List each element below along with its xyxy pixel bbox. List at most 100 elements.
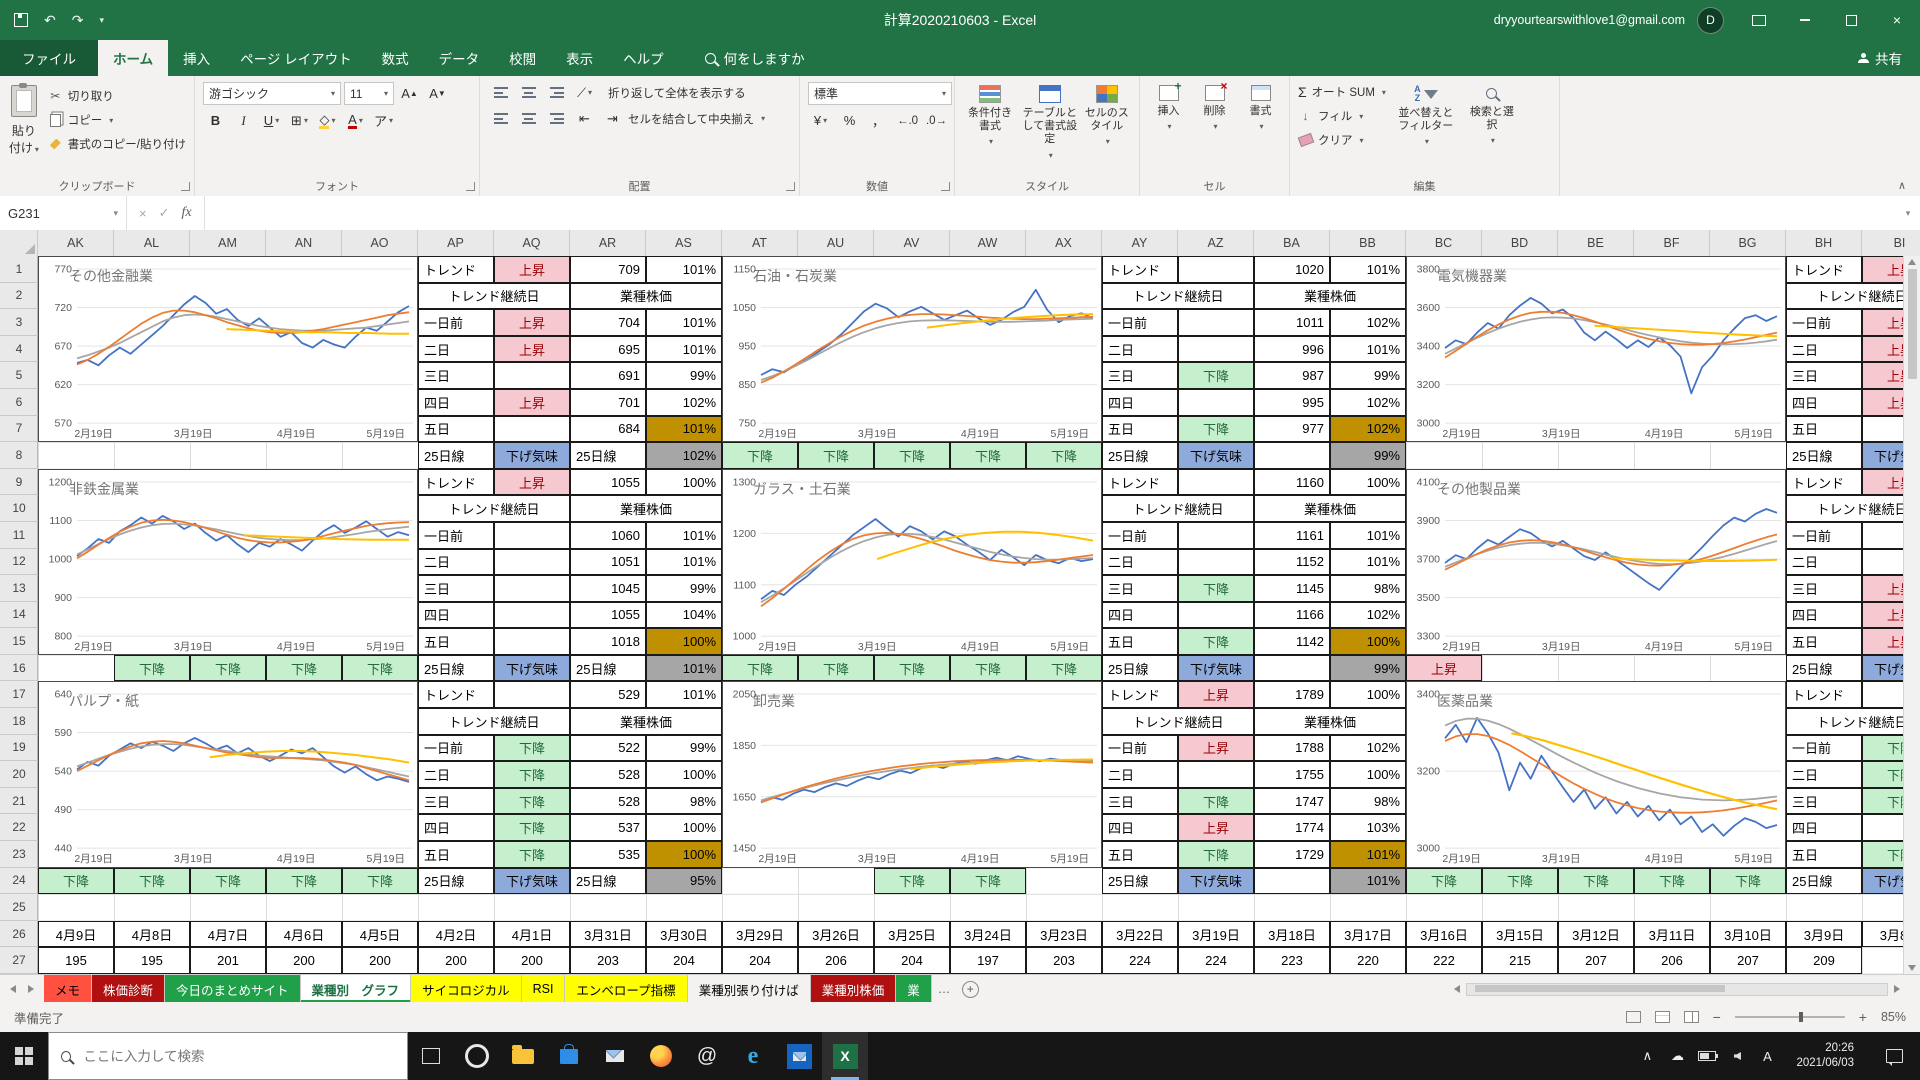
taskbar-edge[interactable]: e xyxy=(730,1032,776,1080)
cell-AP16[interactable]: 25日線 xyxy=(418,655,494,682)
redo-icon[interactable]: ↷ xyxy=(72,12,84,29)
cell-AQ14[interactable] xyxy=(494,602,570,629)
cell-AP2[interactable]: トレンド継続日 xyxy=(418,283,570,310)
hidden-icons-chevron-icon[interactable]: ∧ xyxy=(1638,1048,1656,1064)
ribbon-tab-ヘルプ[interactable]: ヘルプ xyxy=(608,40,679,76)
cell-AS11[interactable]: 101% xyxy=(646,522,722,549)
scroll-down-icon[interactable] xyxy=(1908,965,1916,971)
column-header-AR[interactable]: AR xyxy=(570,230,646,256)
cell-BH12[interactable]: 二日 xyxy=(1786,549,1862,576)
increase-font-button[interactable]: A▲ xyxy=(397,83,422,104)
column-header-BG[interactable]: BG xyxy=(1710,230,1786,256)
increase-indent-button[interactable]: ⇥ xyxy=(600,108,625,129)
cell-AW24[interactable]: 下降 xyxy=(950,868,1026,895)
cell-AW27[interactable]: 197 xyxy=(950,947,1026,974)
ribbon-tab-ページ レイアウト[interactable]: ページ レイアウト xyxy=(225,40,366,76)
cut-button[interactable]: ✂切り取り xyxy=(48,86,186,106)
cell-AP5[interactable]: 三日 xyxy=(418,362,494,389)
cell-BH26[interactable]: 3月9日 xyxy=(1786,921,1862,948)
chart-その他製品業[interactable]: 410039003700350033002月19日3月19日4月19日5月19日… xyxy=(1406,469,1786,655)
cell-AQ3[interactable]: 上昇 xyxy=(494,309,570,336)
cell-AP4[interactable]: 二日 xyxy=(418,336,494,363)
row-header-3[interactable]: 3 xyxy=(0,309,38,336)
cell-AY16[interactable]: 25日線 xyxy=(1102,655,1178,682)
cancel-formula-icon[interactable]: × xyxy=(139,206,147,221)
cell-AP21[interactable]: 三日 xyxy=(418,788,494,815)
taskbar-excel[interactable]: X xyxy=(822,1032,868,1080)
cell-BA15[interactable]: 1142 xyxy=(1254,628,1330,655)
cell-AQ22[interactable]: 下降 xyxy=(494,814,570,841)
close-button[interactable]: × xyxy=(1874,0,1920,40)
fill-button[interactable]: ↓フィル▾ xyxy=(1298,106,1386,126)
cell-AZ23[interactable]: 下降 xyxy=(1178,841,1254,868)
cell-AZ4[interactable] xyxy=(1178,336,1254,363)
align-top-button[interactable] xyxy=(488,82,513,103)
scroll-up-icon[interactable] xyxy=(1908,259,1916,265)
row-header-6[interactable]: 6 xyxy=(0,389,38,416)
vertical-scroll-thumb[interactable] xyxy=(1908,269,1917,379)
column-header-BD[interactable]: BD xyxy=(1482,230,1558,256)
cell-AR27[interactable]: 203 xyxy=(570,947,646,974)
cell-BA11[interactable]: 1161 xyxy=(1254,522,1330,549)
cell-AV27[interactable]: 204 xyxy=(874,947,950,974)
cell-BA4[interactable]: 996 xyxy=(1254,336,1330,363)
delete-cells-button[interactable]: 削除▾ xyxy=(1195,82,1235,175)
cell-AR26[interactable]: 3月31日 xyxy=(570,921,646,948)
cell-AR17[interactable]: 529 xyxy=(570,681,646,708)
cell-AP7[interactable]: 五日 xyxy=(418,416,494,443)
ribbon-tab-データ[interactable]: データ xyxy=(424,40,495,76)
cell-AS7[interactable]: 101% xyxy=(646,416,722,443)
cell-AW26[interactable]: 3月24日 xyxy=(950,921,1026,948)
cell-AT16[interactable]: 下降 xyxy=(722,655,798,682)
cell-BG24[interactable]: 下降 xyxy=(1710,868,1786,895)
cell-BB5[interactable]: 99% xyxy=(1330,362,1406,389)
row-header-5[interactable]: 5 xyxy=(0,362,38,389)
underline-button[interactable]: U▾ xyxy=(259,110,284,131)
cell-BH2[interactable]: トレンド継続日 xyxy=(1786,283,1920,310)
cell-BA26[interactable]: 3月18日 xyxy=(1254,921,1330,948)
cell-AZ20[interactable] xyxy=(1178,761,1254,788)
cell-AS26[interactable]: 3月30日 xyxy=(646,921,722,948)
cell-AR24[interactable]: 25日線 xyxy=(570,868,646,895)
zoom-level[interactable]: 85% xyxy=(1881,1010,1906,1024)
cell-AX8[interactable]: 下降 xyxy=(1026,442,1102,469)
page-break-view-icon[interactable] xyxy=(1684,1011,1699,1023)
cell-BB11[interactable]: 101% xyxy=(1330,522,1406,549)
cell-AU26[interactable]: 3月26日 xyxy=(798,921,874,948)
cell-BB19[interactable]: 102% xyxy=(1330,735,1406,762)
cell-BA17[interactable]: 1789 xyxy=(1254,681,1330,708)
cell-AS19[interactable]: 99% xyxy=(646,735,722,762)
decrease-decimal-button[interactable]: .0→ xyxy=(924,110,949,131)
vertical-scrollbar[interactable] xyxy=(1903,256,1920,974)
cell-AR20[interactable]: 528 xyxy=(570,761,646,788)
cell-AS9[interactable]: 100% xyxy=(646,469,722,496)
find-select-button[interactable]: 検索と選択▾ xyxy=(1466,82,1518,175)
cell-AY1[interactable]: トレンド xyxy=(1102,256,1178,283)
cell-AM16[interactable]: 下降 xyxy=(190,655,266,682)
row-header-4[interactable]: 4 xyxy=(0,336,38,363)
cell-BH22[interactable]: 四日 xyxy=(1786,814,1862,841)
cell-AQ5[interactable] xyxy=(494,362,570,389)
column-header-AW[interactable]: AW xyxy=(950,230,1026,256)
avatar[interactable]: D xyxy=(1697,7,1724,34)
taskbar-at[interactable]: @ xyxy=(684,1032,730,1080)
row-header-1[interactable]: 1 xyxy=(0,256,38,283)
cell-AY10[interactable]: トレンド継続日 xyxy=(1102,495,1254,522)
cell-AQ20[interactable]: 下降 xyxy=(494,761,570,788)
cell-AR14[interactable]: 1055 xyxy=(570,602,646,629)
cell-AN27[interactable]: 200 xyxy=(266,947,342,974)
sheet-tab-業種別株価[interactable]: 業種別株価 xyxy=(811,975,897,1003)
cell-AL26[interactable]: 4月8日 xyxy=(114,921,190,948)
cell-BH20[interactable]: 二日 xyxy=(1786,761,1862,788)
cell-AS27[interactable]: 204 xyxy=(646,947,722,974)
number-dialog-launcher[interactable] xyxy=(941,182,950,191)
cell-AY15[interactable]: 五日 xyxy=(1102,628,1178,655)
cell-AY19[interactable]: 一日前 xyxy=(1102,735,1178,762)
sort-filter-button[interactable]: AZ 並べ替えとフィルター▾ xyxy=(1394,82,1458,175)
cell-AO27[interactable]: 200 xyxy=(342,947,418,974)
cell-AP27[interactable]: 200 xyxy=(418,947,494,974)
column-header-AP[interactable]: AP xyxy=(418,230,494,256)
column-header-AK[interactable]: AK xyxy=(38,230,114,256)
minimize-button[interactable] xyxy=(1782,0,1828,40)
cell-AP19[interactable]: 一日前 xyxy=(418,735,494,762)
